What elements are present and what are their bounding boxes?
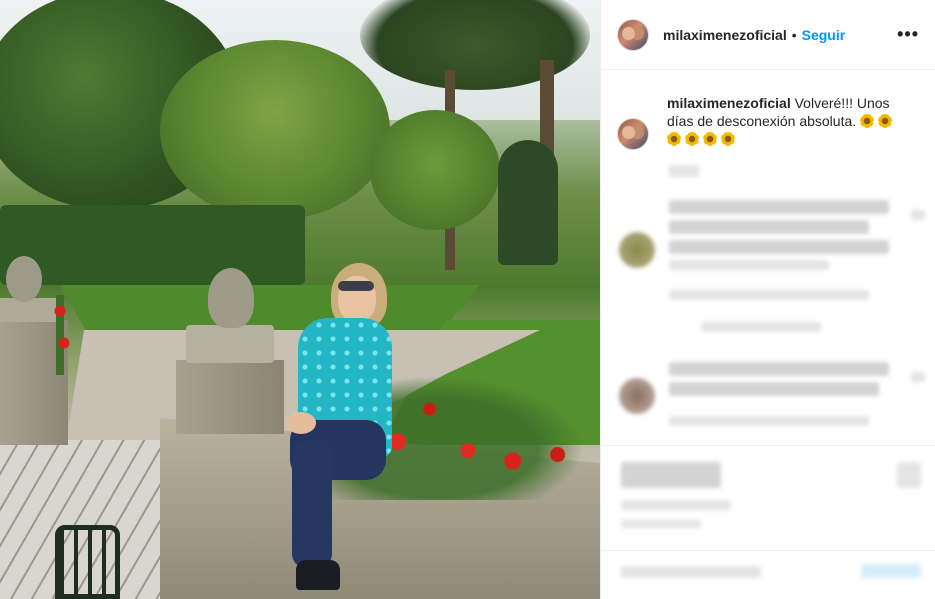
more-options-icon[interactable]: ••• [897, 24, 919, 45]
photo-pinecone-finial [208, 268, 254, 328]
photo-leg [292, 440, 332, 568]
blurred-comment-meta [669, 416, 869, 426]
blurred-action-icons[interactable] [621, 462, 721, 488]
follow-button[interactable]: Seguir [802, 27, 846, 43]
photo-cypress [498, 140, 558, 265]
photo-sneaker [296, 560, 340, 590]
photo-sunglasses [338, 281, 374, 291]
author-username[interactable]: milaximenezoficial [663, 27, 787, 43]
author-avatar[interactable] [617, 18, 649, 51]
sun-icon [685, 132, 699, 146]
comment-box-divider [601, 550, 935, 551]
sunflower-icon [878, 114, 893, 128]
photo-stone-pillar [176, 360, 284, 434]
caption-text-block: milaximenezoficial Volveré!!! Unos días … [667, 94, 907, 150]
post-photo[interactable] [0, 0, 600, 599]
blurred-like-icon[interactable] [911, 372, 925, 382]
blurred-comment-text [669, 220, 869, 234]
blurred-post-button[interactable] [861, 564, 921, 578]
blurred-comment-text [669, 240, 889, 254]
post-sidebar: milaximenezoficial • Seguir ••• milaxime… [600, 0, 935, 599]
blurred-comment-meta [669, 290, 869, 300]
blurred-view-replies[interactable] [701, 322, 821, 332]
photo-garden-chair [55, 525, 120, 599]
blurred-comment-text [669, 260, 829, 270]
photo-pinecone-finial [6, 256, 42, 302]
photo-hedge [0, 205, 305, 285]
photo-orange-tree [370, 110, 500, 230]
sunflower-icon [860, 114, 875, 128]
blurred-comment-input[interactable] [621, 566, 761, 578]
sun-icon [703, 132, 717, 146]
photo-hand [286, 412, 316, 434]
separator-dot: • [791, 26, 797, 43]
blurred-comment-avatar[interactable] [619, 232, 655, 268]
actions-divider [601, 445, 935, 446]
caption-avatar[interactable] [617, 118, 649, 150]
sun-icon [667, 132, 681, 146]
blurred-post-date [621, 520, 701, 528]
post-caption: milaximenezoficial Volveré!!! Unos días … [601, 70, 935, 150]
blurred-comment-avatar[interactable] [619, 378, 655, 414]
photo-pillar-base [186, 325, 274, 363]
caption-username[interactable]: milaximenezoficial [667, 95, 791, 111]
post-header: milaximenezoficial • Seguir ••• [601, 0, 935, 70]
sun-icon [721, 132, 735, 146]
blurred-comment-text [669, 382, 879, 396]
blurred-save-icon[interactable] [897, 462, 921, 488]
blurred-timestamp [669, 165, 699, 177]
blurred-like-icon[interactable] [911, 210, 925, 220]
instagram-post: milaximenezoficial • Seguir ••• milaxime… [0, 0, 935, 599]
photo-red-flowers [40, 295, 80, 375]
blurred-comment-text [669, 362, 889, 376]
blurred-likes-count [621, 500, 731, 510]
blurred-comment-text [669, 200, 889, 214]
photo-orange-tree [160, 40, 390, 220]
